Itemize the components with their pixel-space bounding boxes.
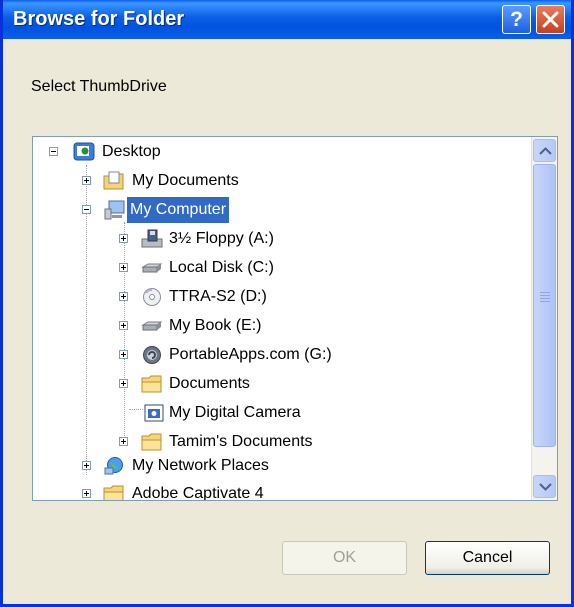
grip-line — [540, 301, 550, 302]
close-button[interactable] — [536, 5, 565, 34]
scroll-down-button[interactable] — [533, 475, 556, 498]
browse-folder-dialog: Browse for Folder ? Select ThumbDrive De… — [0, 0, 574, 607]
tree-item-label: Adobe Captivate 4 — [132, 485, 264, 501]
tree-item-local-disk-c[interactable]: Local Disk (C:) — [33, 255, 533, 281]
vertical-scrollbar[interactable] — [531, 137, 557, 500]
folder-icon — [103, 485, 124, 500]
expand-icon[interactable] — [119, 263, 128, 272]
ok-button[interactable]: OK — [282, 541, 407, 575]
tree-item-label: My Computer — [127, 197, 230, 223]
desktop-icon — [73, 142, 95, 161]
tree-item-label: PortableApps.com (G:) — [169, 346, 332, 363]
chevron-up-icon — [539, 147, 552, 155]
tree-item-my-book-e[interactable]: My Book (E:) — [33, 313, 533, 339]
expand-icon[interactable] — [82, 176, 91, 185]
tree-item-label: TTRA-S2 (D:) — [169, 288, 267, 305]
grip-line — [540, 298, 550, 299]
tree-item-my-digital-camera[interactable]: My Digital Camera — [33, 400, 533, 426]
expand-icon[interactable] — [119, 437, 128, 446]
expand-icon[interactable] — [119, 350, 128, 359]
portableapps-drive-icon — [143, 346, 161, 364]
camera-icon — [144, 404, 164, 422]
cd-drive-icon — [143, 288, 161, 306]
tree-item-label: Local Disk (C:) — [169, 259, 274, 276]
expand-icon[interactable] — [119, 321, 128, 330]
tree-item-floppy-a[interactable]: 3½ Floppy (A:) — [33, 226, 533, 252]
collapse-icon[interactable] — [82, 205, 91, 214]
hard-disk-icon — [141, 321, 163, 331]
close-icon — [542, 11, 559, 28]
tree-item-label: My Network Places — [132, 457, 269, 474]
tree-item-label: Documents — [169, 375, 250, 392]
tree-item-desktop[interactable]: Desktop — [33, 139, 533, 165]
folder-icon — [141, 375, 162, 393]
tree-item-portableapps-g[interactable]: PortableApps.com (G:) — [33, 342, 533, 368]
computer-icon — [104, 200, 125, 220]
tree-item-label: Desktop — [102, 143, 161, 160]
tree-item-my-documents[interactable]: My Documents — [33, 168, 533, 194]
tree-item-label: My Book (E:) — [169, 317, 262, 334]
chevron-down-icon — [539, 483, 552, 491]
folder-documents-icon — [103, 171, 124, 190]
title-bar[interactable]: Browse for Folder ? — [3, 0, 571, 39]
scroll-thumb[interactable] — [533, 164, 556, 447]
tree-item-label: My Documents — [132, 172, 239, 189]
expand-icon[interactable] — [82, 461, 91, 470]
window-title: Browse for Folder — [13, 8, 185, 30]
tree-item-documents[interactable]: Documents — [33, 371, 533, 397]
help-button[interactable]: ? — [502, 5, 531, 34]
tree-item-adobe-captivate-4[interactable]: Adobe Captivate 4 — [33, 481, 533, 501]
tree-item-tamims-documents[interactable]: Tamim's Documents — [33, 429, 533, 455]
expand-icon[interactable] — [119, 292, 128, 301]
grip-line — [540, 292, 550, 293]
expand-icon[interactable] — [82, 489, 91, 498]
tree-item-label: My Digital Camera — [169, 404, 301, 421]
help-icon: ? — [510, 8, 523, 31]
tree-item-label: Tamim's Documents — [169, 433, 313, 450]
scroll-up-button[interactable] — [533, 139, 556, 162]
folder-icon — [141, 433, 162, 451]
cancel-button[interactable]: Cancel — [425, 541, 550, 575]
tree-item-label: 3½ Floppy (A:) — [169, 230, 274, 247]
grip-line — [540, 295, 550, 296]
expand-icon[interactable] — [119, 379, 128, 388]
tree-item-ttra-s2-d[interactable]: TTRA-S2 (D:) — [33, 284, 533, 310]
network-icon — [104, 457, 123, 475]
hard-disk-icon — [141, 263, 163, 273]
expand-icon[interactable] — [119, 234, 128, 243]
collapse-icon[interactable] — [49, 147, 58, 156]
prompt-text: Select ThumbDrive — [31, 78, 167, 95]
floppy-drive-icon — [141, 229, 163, 248]
tree-item-my-computer[interactable]: My Computer — [33, 197, 533, 223]
folder-tree[interactable]: Desktop My Documents My Computer 3½ Flop… — [32, 136, 558, 501]
tree-item-my-network-places[interactable]: My Network Places — [33, 453, 533, 479]
